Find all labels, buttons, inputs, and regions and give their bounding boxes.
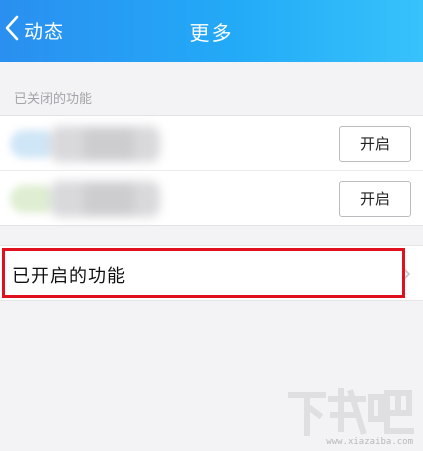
enabled-features-label: 已开启的功能	[12, 266, 126, 287]
page-title: 更多	[189, 21, 234, 45]
disabled-feature-row: 开启	[0, 115, 423, 171]
chevron-right-icon	[401, 266, 411, 282]
section-label-disabled: 已关闭的功能	[14, 92, 93, 107]
enabled-features-row[interactable]: 已开启的功能	[0, 245, 423, 301]
enable-button[interactable]: 开启	[339, 126, 411, 162]
blurred-feature-name	[50, 181, 160, 217]
disabled-feature-row: 开启	[0, 170, 423, 226]
watermark-url: www.xiazaiba.com	[326, 437, 413, 447]
nav-header: 动态 更多	[0, 0, 423, 62]
enable-button[interactable]: 开启	[339, 181, 411, 217]
blurred-feature-name	[50, 126, 160, 162]
